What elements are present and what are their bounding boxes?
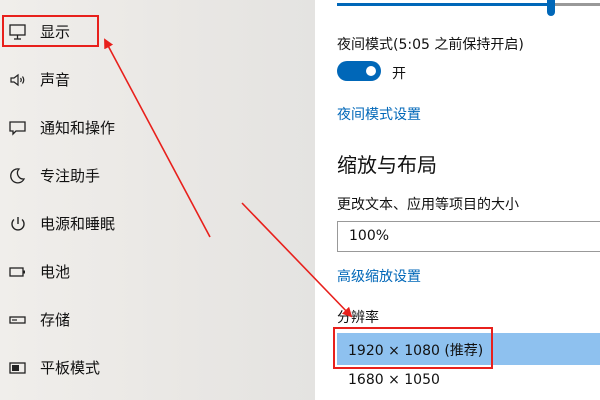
annotation-arrow-to-resolution: [241, 202, 353, 318]
annotation-arrow-to-display: [104, 38, 211, 238]
annotation-arrows: [104, 38, 353, 318]
